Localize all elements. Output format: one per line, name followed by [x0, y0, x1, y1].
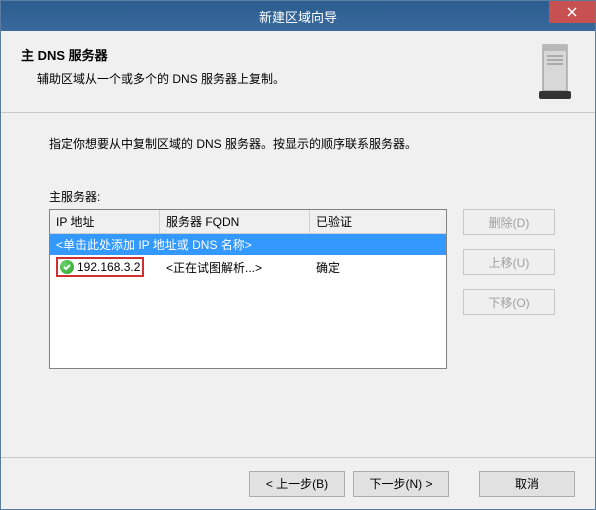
- check-icon: [60, 260, 74, 274]
- ip-value: 192.168.3.2: [77, 260, 140, 274]
- wizard-footer: < 上一步(B) 下一步(N) > 取消: [1, 457, 595, 509]
- servers-grid[interactable]: IP 地址 服务器 FQDN 已验证 <单击此处添加 IP 地址或 DNS 名称…: [49, 209, 447, 369]
- col-header-fqdn[interactable]: 服务器 FQDN: [160, 210, 310, 233]
- move-up-button[interactable]: 上移(U): [463, 249, 555, 275]
- window-title: 新建区域向导: [259, 7, 337, 26]
- grid-container: IP 地址 服务器 FQDN 已验证 <单击此处添加 IP 地址或 DNS 名称…: [49, 209, 555, 369]
- side-buttons: 删除(D) 上移(U) 下移(O): [463, 209, 555, 369]
- grid-body: <单击此处添加 IP 地址或 DNS 名称> 192.168.3.2 <正在试图…: [50, 234, 446, 279]
- content-area: 指定你想要从中复制区域的 DNS 服务器。按显示的顺序联系服务器。 主服务器: …: [1, 113, 595, 369]
- header-title: 主 DNS 服务器: [21, 45, 575, 64]
- table-row[interactable]: 192.168.3.2 <正在试图解析...> 确定: [50, 255, 446, 279]
- instruction-text: 指定你想要从中复制区域的 DNS 服务器。按显示的顺序联系服务器。: [49, 135, 555, 152]
- master-servers-label: 主服务器:: [49, 188, 555, 205]
- header-subtitle: 辅助区域从一个或多个的 DNS 服务器上复制。: [37, 70, 575, 87]
- wizard-header: 主 DNS 服务器 辅助区域从一个或多个的 DNS 服务器上复制。: [1, 31, 595, 113]
- next-button[interactable]: 下一步(N) >: [353, 471, 449, 497]
- move-down-button[interactable]: 下移(O): [463, 289, 555, 315]
- close-icon: [567, 7, 577, 17]
- add-server-placeholder[interactable]: <单击此处添加 IP 地址或 DNS 名称>: [50, 234, 446, 255]
- cell-validated: 确定: [310, 257, 446, 278]
- cell-fqdn: <正在试图解析...>: [160, 257, 310, 278]
- back-button[interactable]: < 上一步(B): [249, 471, 345, 497]
- titlebar: 新建区域向导: [1, 1, 595, 31]
- cancel-button[interactable]: 取消: [479, 471, 575, 497]
- col-header-validated[interactable]: 已验证: [310, 210, 446, 233]
- grid-header: IP 地址 服务器 FQDN 已验证: [50, 210, 446, 234]
- col-header-ip[interactable]: IP 地址: [50, 210, 160, 233]
- ip-highlight-box: 192.168.3.2: [56, 257, 144, 277]
- wizard-window: 新建区域向导 主 DNS 服务器 辅助区域从一个或多个的 DNS 服务器上复制。…: [0, 0, 596, 510]
- close-button[interactable]: [549, 1, 595, 23]
- cell-ip: 192.168.3.2: [50, 255, 160, 279]
- server-icon: [537, 43, 573, 106]
- delete-button[interactable]: 删除(D): [463, 209, 555, 235]
